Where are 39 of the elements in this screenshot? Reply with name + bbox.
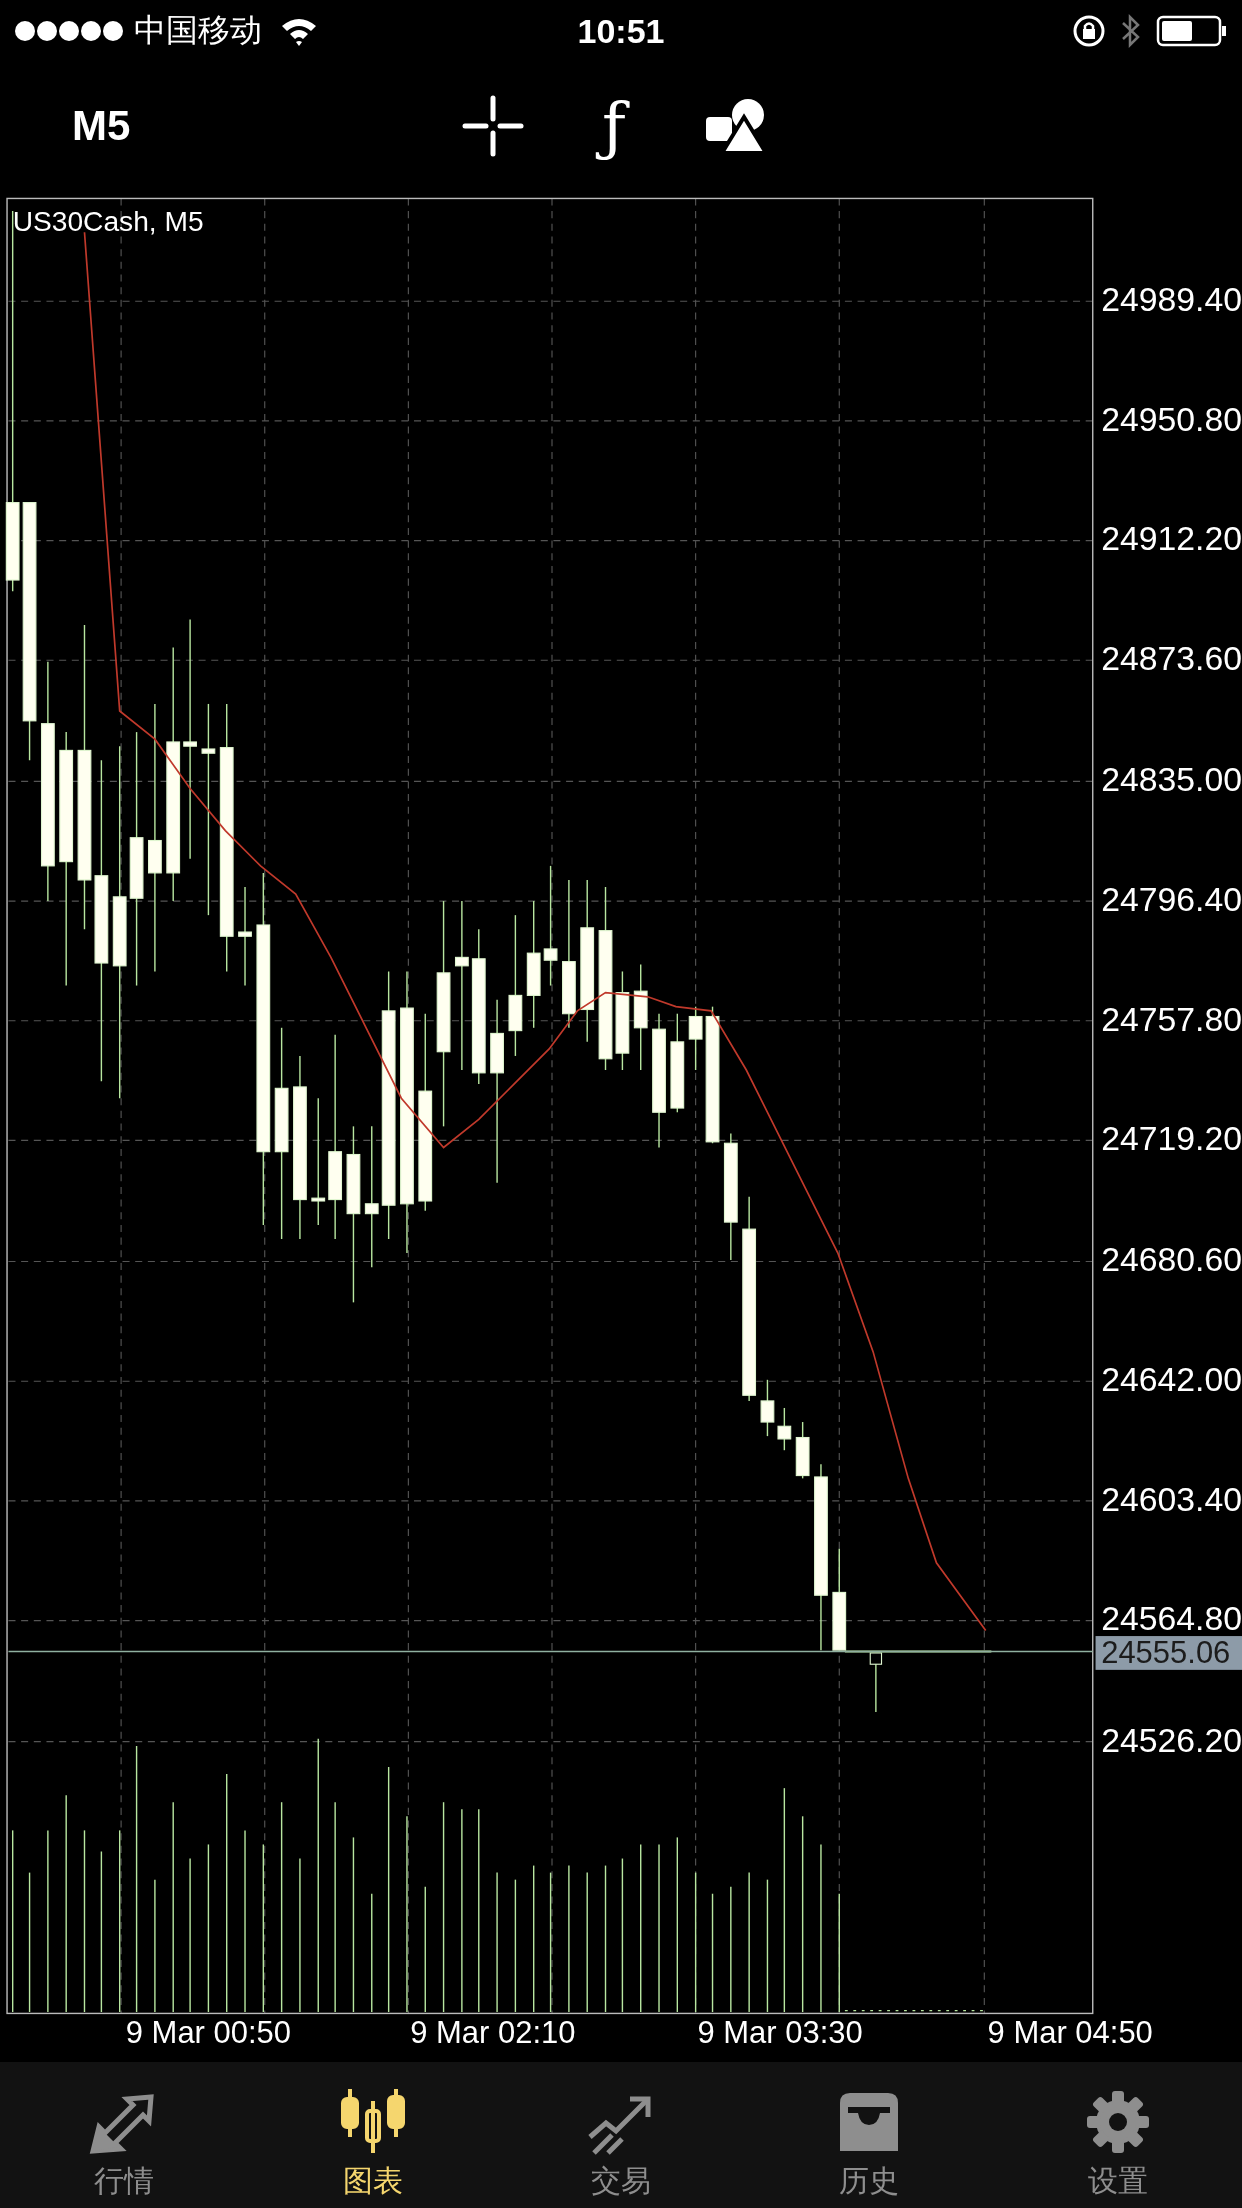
tab-bar-item[interactable]: 历史 (745, 2062, 994, 2208)
time-label: 9 Mar 03:30 (697, 2015, 863, 2050)
candle (760, 1379, 775, 1437)
tab-bar-item[interactable]: 设置 (993, 2062, 1242, 2208)
battery-icon (1156, 15, 1228, 47)
wifi-icon (280, 16, 318, 46)
price-label: 24873.60 (1101, 639, 1242, 678)
timeframe-button[interactable]: M5 (72, 102, 462, 150)
time-label: 9 Mar 00:50 (125, 2015, 292, 2050)
chart-symbol: US30Cash, M5 (12, 205, 204, 237)
price-label: 24680.60 (1101, 1240, 1242, 1279)
time-label: 9 Mar 04:50 (987, 2015, 1153, 2050)
price-label: 24757.80 (1101, 999, 1242, 1038)
price-label: 24526.20 (1101, 1720, 1242, 1759)
carrier-name: 中国移动 (134, 10, 262, 51)
price-label: 24989.40 (1101, 280, 1242, 319)
settings-icon (1084, 2089, 1151, 2155)
signal-icon (14, 20, 126, 42)
price-label: 24912.20 (1101, 519, 1242, 558)
candle (688, 1005, 703, 1071)
price-label: 24835.00 (1101, 760, 1242, 799)
bluetooth-icon (1120, 13, 1142, 49)
clock-time: 10:51 (577, 11, 665, 51)
rotation-lock-icon (1072, 14, 1106, 48)
tab-bar-item[interactable]: 行情 (0, 2062, 249, 2208)
candle (777, 1407, 792, 1451)
price-label: 24642.00 (1101, 1360, 1242, 1399)
indicators-button[interactable]: ƒ (586, 74, 642, 178)
time-label: 9 Mar 02:10 (410, 2015, 576, 2050)
candle (869, 1652, 883, 1713)
tab-bar-item[interactable]: 交易 (496, 2062, 746, 2208)
current-price-tag: 24555.06 (1095, 1634, 1242, 1670)
crosshair-icon[interactable] (462, 95, 524, 157)
price-label: 24950.80 (1101, 399, 1242, 438)
price-label: 24603.40 (1101, 1479, 1242, 1518)
candle (795, 1421, 810, 1480)
price-label: 24719.20 (1101, 1119, 1242, 1158)
tab-bar-item[interactable]: 图表 (248, 2062, 497, 2208)
price-label: 24796.40 (1101, 879, 1242, 918)
